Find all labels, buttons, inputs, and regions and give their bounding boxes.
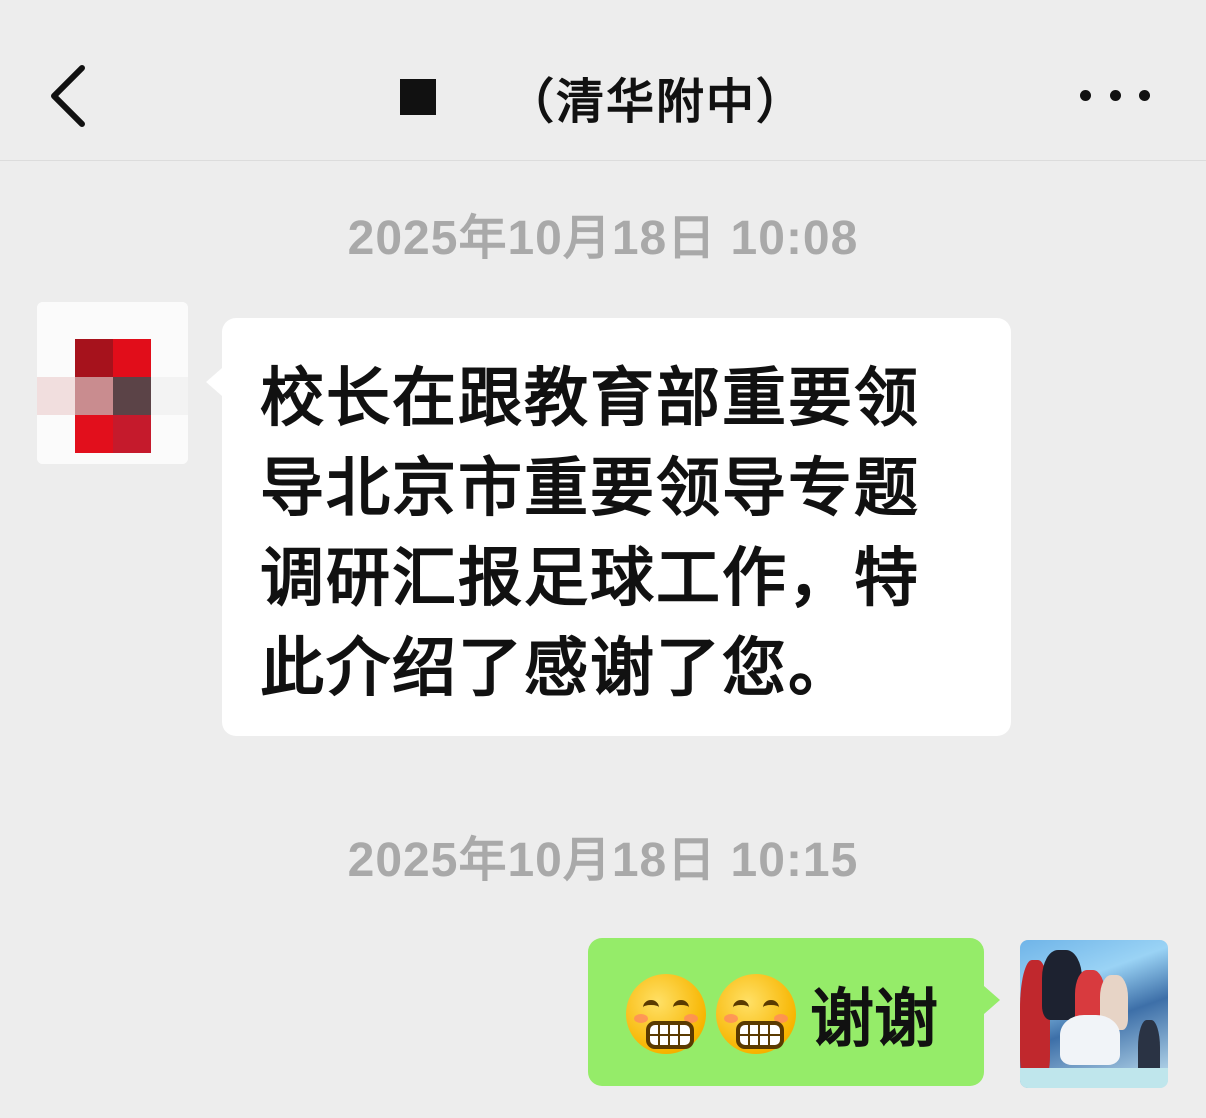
outgoing-message-bubble[interactable]: 谢谢 <box>588 938 1000 1086</box>
self-avatar[interactable] <box>1020 940 1168 1088</box>
avatar-mosaic-tile <box>37 377 75 415</box>
incoming-message-text: 校长在跟教育部重要领导北京市重要领导专题调研汇报足球工作，特此介绍了感谢了您。 <box>260 362 920 706</box>
more-options-button[interactable] <box>1080 80 1150 110</box>
more-dots-icon <box>1109 89 1121 101</box>
message-timestamp: 2025年10月18日 10:08 <box>347 212 859 265</box>
avatar-mosaic-tile <box>75 339 113 377</box>
avatar-mosaic-tile <box>113 377 151 415</box>
more-dots-icon <box>1080 89 1091 101</box>
message-timestamp: 2025年10月18日 10:15 <box>347 834 859 887</box>
avatar-mosaic-tile <box>113 339 151 377</box>
more-dots-icon <box>1139 89 1150 101</box>
avatar-mosaic-tile <box>151 377 188 415</box>
grinning-face-emoji <box>716 974 796 1054</box>
chat-header: （清华附中） <box>0 0 1206 161</box>
redacted-name-block <box>399 79 436 115</box>
outgoing-message-text: 谢谢 <box>810 983 938 1057</box>
avatar-photo-floor <box>1020 1068 1168 1088</box>
avatar-mosaic-tile <box>113 415 151 453</box>
incoming-message-bubble[interactable]: 校长在跟教育部重要领导北京市重要领导专题调研汇报足球工作，特此介绍了感谢了您。 <box>206 318 1011 736</box>
avatar-mosaic-tile <box>75 415 113 453</box>
avatar-mosaic-tile <box>75 377 113 415</box>
chat-title: （清华附中） <box>0 62 1206 132</box>
chat-title-text: （清华附中） <box>505 74 806 130</box>
sender-avatar[interactable] <box>37 302 188 464</box>
grinning-face-emoji <box>626 974 706 1054</box>
avatar-photo-figure <box>1060 1015 1120 1065</box>
